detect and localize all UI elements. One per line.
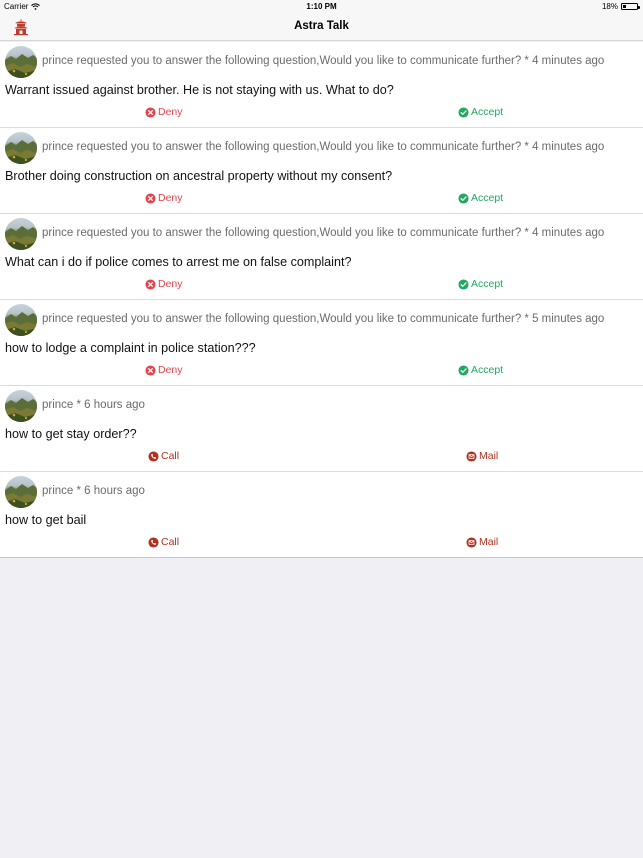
status-time: 1:10 PM	[306, 2, 337, 11]
call-icon	[148, 450, 159, 462]
call-icon	[148, 536, 159, 548]
call-label: Call	[161, 450, 180, 462]
page-title: Astra Talk	[294, 20, 349, 32]
question-text: how to lodge a complaint in police stati…	[5, 341, 256, 355]
accept-icon	[458, 106, 469, 118]
request-card: prince requested you to answer the follo…	[0, 42, 643, 128]
nav-bar: Astra Talk	[0, 13, 643, 41]
status-right: 18%	[601, 2, 640, 11]
accept-button[interactable]: Accept	[458, 278, 503, 290]
accept-label: Accept	[471, 106, 504, 118]
accept-button[interactable]: Accept	[458, 106, 503, 118]
call-label: Call	[161, 536, 180, 548]
battery-percent: 18%	[601, 2, 618, 11]
request-card: prince * 6 hours ago how to get stay ord…	[0, 386, 643, 472]
request-card: prince requested you to answer the follo…	[0, 300, 643, 386]
question-text: What can i do if police comes to arrest …	[5, 255, 352, 269]
deny-icon	[145, 364, 156, 376]
request-meta: prince requested you to answer the follo…	[42, 55, 605, 67]
request-card: prince requested you to answer the follo…	[0, 214, 643, 300]
avatar	[5, 304, 37, 336]
accept-label: Accept	[471, 192, 504, 204]
deny-label: Deny	[158, 192, 183, 204]
call-button[interactable]: Call	[148, 536, 179, 548]
deny-label: Deny	[158, 278, 183, 290]
accept-icon	[458, 364, 469, 376]
question-text: Warrant issued against brother. He is no…	[5, 83, 394, 97]
accept-icon	[458, 192, 469, 204]
mail-icon	[466, 536, 477, 548]
mail-button[interactable]: Mail	[466, 536, 498, 548]
deny-button[interactable]: Deny	[145, 364, 183, 376]
deny-icon	[145, 192, 156, 204]
battery-icon	[621, 3, 640, 10]
status-bar: Carrier 1:10 PM 18%	[0, 0, 643, 13]
request-meta: prince requested you to answer the follo…	[42, 227, 605, 239]
avatar	[5, 390, 37, 422]
deny-icon	[145, 278, 156, 290]
deny-button[interactable]: Deny	[145, 278, 183, 290]
deny-label: Deny	[158, 106, 183, 118]
request-meta: prince * 6 hours ago	[42, 399, 145, 411]
request-list: prince requested you to answer the follo…	[0, 42, 643, 558]
avatar	[5, 132, 37, 164]
request-card: prince * 6 hours ago how to get bail Cal…	[0, 472, 643, 558]
accept-button[interactable]: Accept	[458, 192, 503, 204]
question-text: how to get bail	[5, 513, 87, 527]
battery-fill	[623, 5, 626, 8]
avatar	[5, 46, 37, 78]
mail-icon	[466, 450, 477, 462]
accept-button[interactable]: Accept	[458, 364, 503, 376]
question-text: how to get stay order??	[5, 427, 137, 441]
deny-button[interactable]: Deny	[145, 106, 183, 118]
request-meta: prince * 6 hours ago	[42, 485, 145, 497]
deny-icon	[145, 106, 156, 118]
deny-label: Deny	[158, 364, 183, 376]
request-meta: prince requested you to answer the follo…	[42, 141, 605, 153]
avatar	[5, 476, 37, 508]
battery-tip	[638, 6, 640, 9]
call-button[interactable]: Call	[148, 450, 179, 462]
accept-label: Accept	[471, 278, 504, 290]
mail-button[interactable]: Mail	[466, 450, 498, 462]
request-meta: prince requested you to answer the follo…	[42, 313, 605, 325]
mail-label: Mail	[479, 536, 499, 548]
avatar	[5, 218, 37, 250]
deny-button[interactable]: Deny	[145, 192, 183, 204]
question-text: Brother doing construction on ancestral …	[5, 169, 393, 183]
mail-label: Mail	[479, 450, 499, 462]
accept-label: Accept	[471, 364, 504, 376]
request-card: prince requested you to answer the follo…	[0, 128, 643, 214]
accept-icon	[458, 278, 469, 290]
